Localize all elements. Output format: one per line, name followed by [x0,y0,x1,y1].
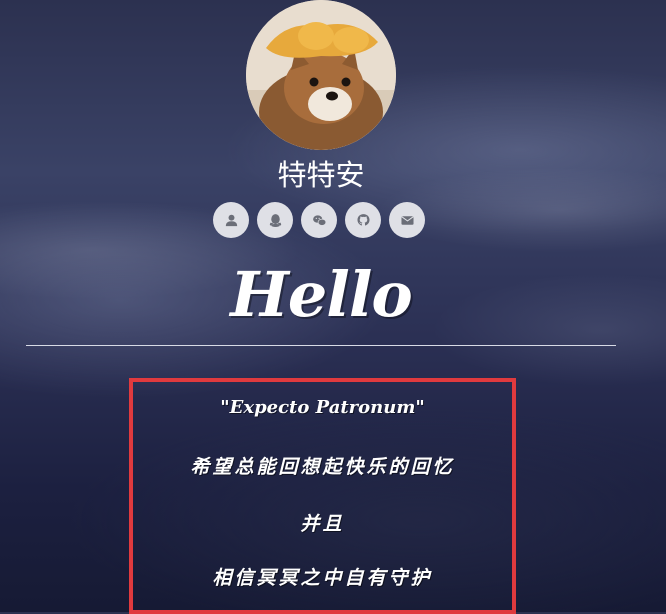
dog-avatar-image [246,0,396,150]
github-button[interactable] [345,202,381,238]
quote-line-4: 相信冥冥之中自有守护 [212,567,433,589]
mail-button[interactable] [389,202,425,238]
github-icon [356,213,370,226]
hero-title: Hello [230,258,412,331]
divider [26,345,616,346]
quote-line-2: 希望总能回想起快乐的回忆 [190,456,455,478]
mail-icon [400,215,414,225]
qq-button[interactable] [257,202,293,238]
avatar[interactable] [246,0,396,150]
quote-line-1: "Expecto Patronum" [220,397,425,418]
user-button[interactable] [213,202,249,238]
wechat-icon [312,214,326,226]
qq-icon [269,213,281,227]
user-icon [225,214,237,226]
social-links [213,202,425,238]
wechat-button[interactable] [301,202,337,238]
quote-line-3: 并且 [300,513,345,535]
site-name: 特特安 [277,158,365,192]
